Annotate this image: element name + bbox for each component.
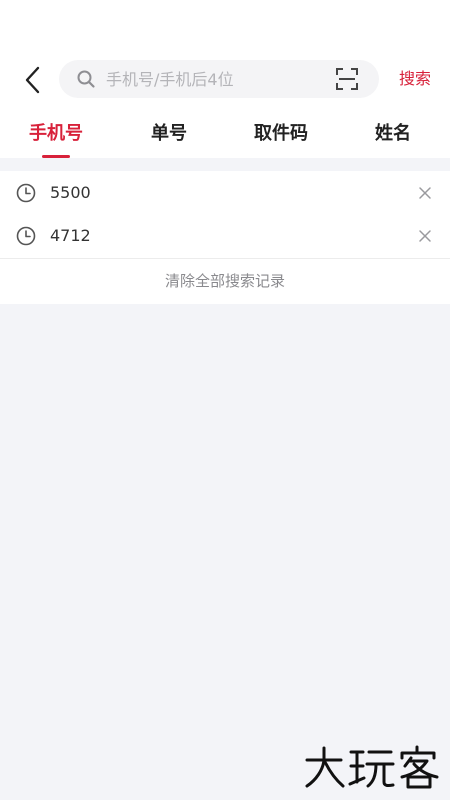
search-history-list: 5500 4712 清除全部搜索记录 <box>0 171 450 304</box>
clock-icon <box>16 183 36 203</box>
search-box[interactable] <box>59 60 379 98</box>
tab-order-number[interactable]: 单号 <box>141 119 197 149</box>
history-item-text[interactable]: 4712 <box>50 224 91 248</box>
top-bar: 搜索 手机号 单号 取件码 姓名 <box>0 0 450 158</box>
search-type-tabs: 手机号 单号 取件码 姓名 <box>0 115 450 158</box>
search-icon <box>77 70 95 88</box>
tab-phone[interactable]: 手机号 <box>20 119 92 149</box>
history-item[interactable]: 4712 <box>0 214 450 258</box>
tab-name[interactable]: 姓名 <box>364 119 422 149</box>
back-arrow-icon <box>25 66 40 94</box>
active-tab-indicator <box>42 155 70 158</box>
search-button[interactable]: 搜索 <box>390 67 440 91</box>
back-button[interactable] <box>18 62 50 98</box>
history-item[interactable]: 5500 <box>0 171 450 215</box>
tab-pickup-code[interactable]: 取件码 <box>244 119 318 149</box>
clear-history-button[interactable]: 清除全部搜索记录 <box>0 259 450 304</box>
watermark-logo <box>304 744 444 790</box>
search-input[interactable] <box>106 60 328 98</box>
close-icon[interactable] <box>417 185 433 201</box>
clock-icon <box>16 226 36 246</box>
scan-icon[interactable] <box>336 68 358 90</box>
history-item-text[interactable]: 5500 <box>50 181 91 205</box>
close-icon[interactable] <box>417 228 433 244</box>
